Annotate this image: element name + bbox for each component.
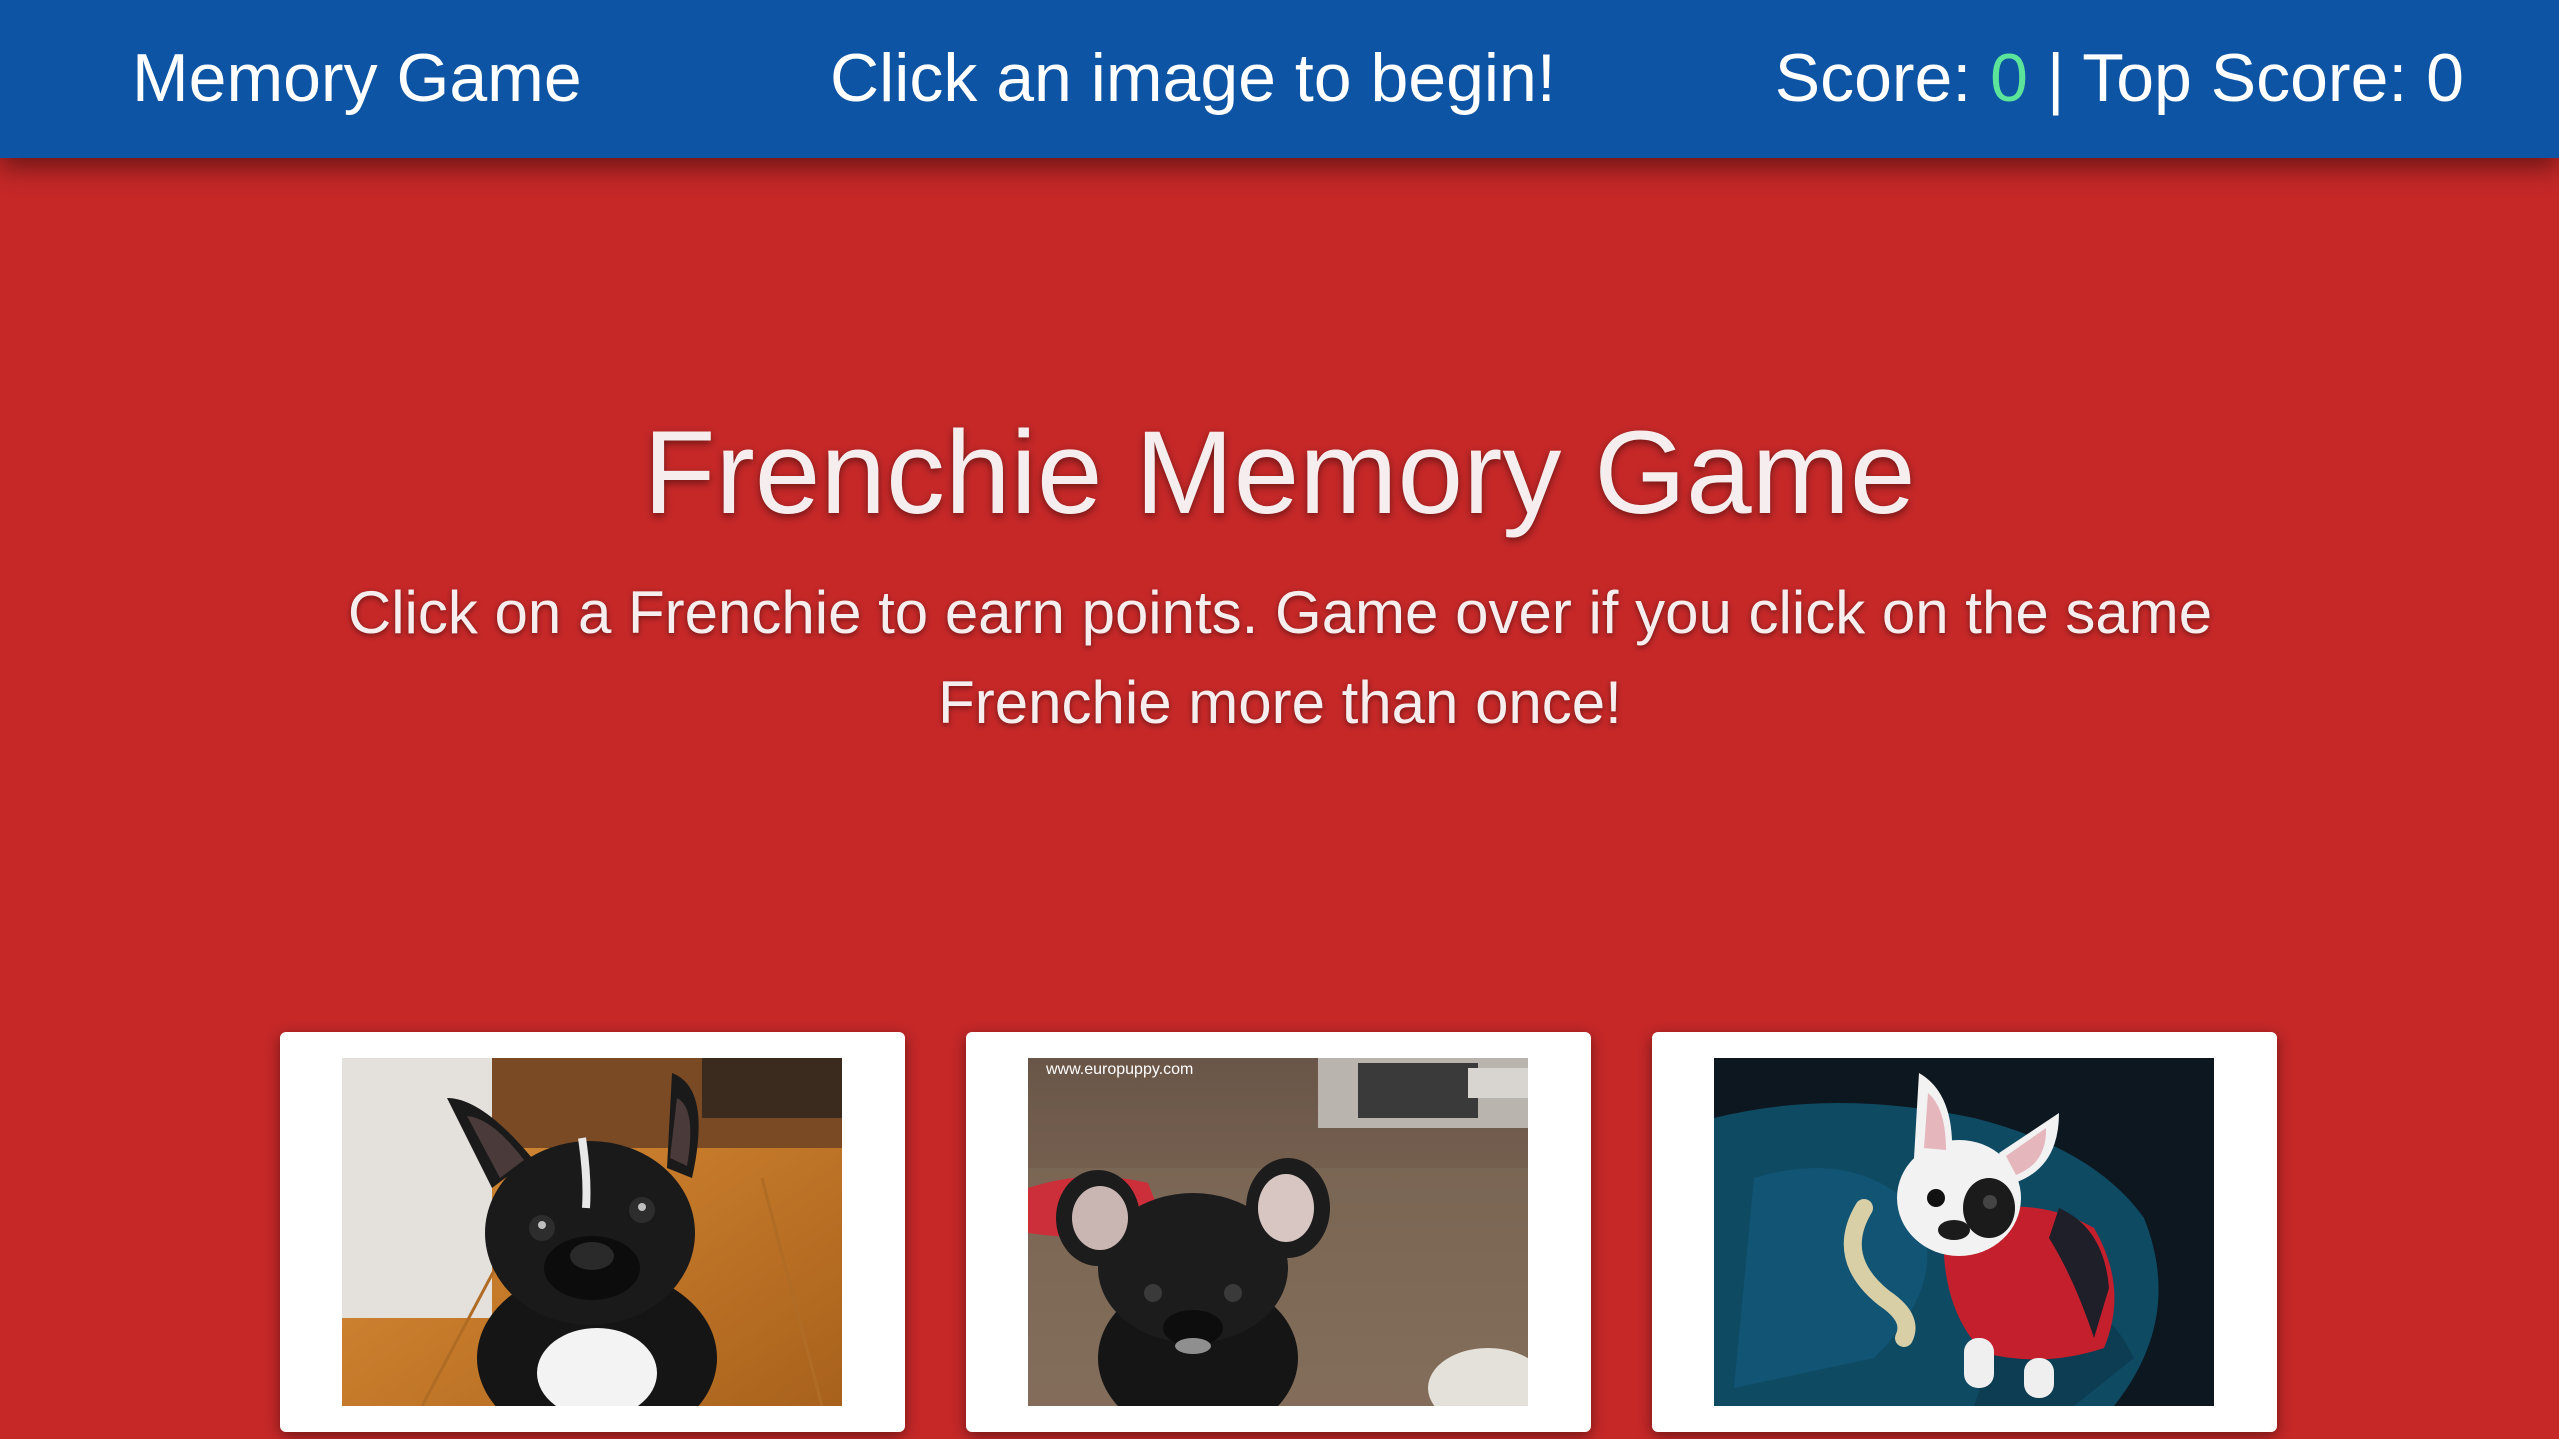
- brand-title[interactable]: Memory Game: [132, 28, 582, 128]
- hero-banner: Frenchie Memory Game Click on a Frenchie…: [0, 158, 2559, 958]
- score-separator: |: [2027, 40, 2083, 116]
- top-score-label: Top Score:: [2082, 40, 2427, 116]
- frenchie-photo-3: [1714, 1058, 2214, 1406]
- frenchie-image-2[interactable]: www.europuppy.com: [1028, 1058, 1528, 1406]
- frenchie-photo-2: www.europuppy.com: [1028, 1058, 1528, 1406]
- score-label: Score:: [1774, 40, 1991, 116]
- frenchie-image-1[interactable]: [342, 1058, 842, 1406]
- frenchie-card-2[interactable]: www.europuppy.com: [966, 1032, 1591, 1432]
- game-status-message: Click an image to begin!: [830, 40, 1556, 116]
- navbar: Memory Game Click an image to begin! Sco…: [0, 0, 2559, 158]
- frenchie-image-3[interactable]: [1714, 1058, 2214, 1406]
- score-value: 0: [1990, 40, 2028, 116]
- top-score-value: 0: [2426, 40, 2464, 116]
- frenchie-photo-1: [342, 1058, 842, 1406]
- image-grid: www.europuppy.com: [0, 1032, 2559, 1439]
- score-display: Score: 0 | Top Score: 0: [1775, 28, 2464, 128]
- frenchie-card-3[interactable]: [1652, 1032, 2277, 1432]
- page-title: Frenchie Memory Game: [643, 407, 1916, 539]
- photo-watermark: www.europuppy.com: [1045, 1061, 1193, 1078]
- frenchie-card-1[interactable]: [280, 1032, 905, 1432]
- game-instructions: Click on a Frenchie to earn points. Game…: [347, 579, 2213, 736]
